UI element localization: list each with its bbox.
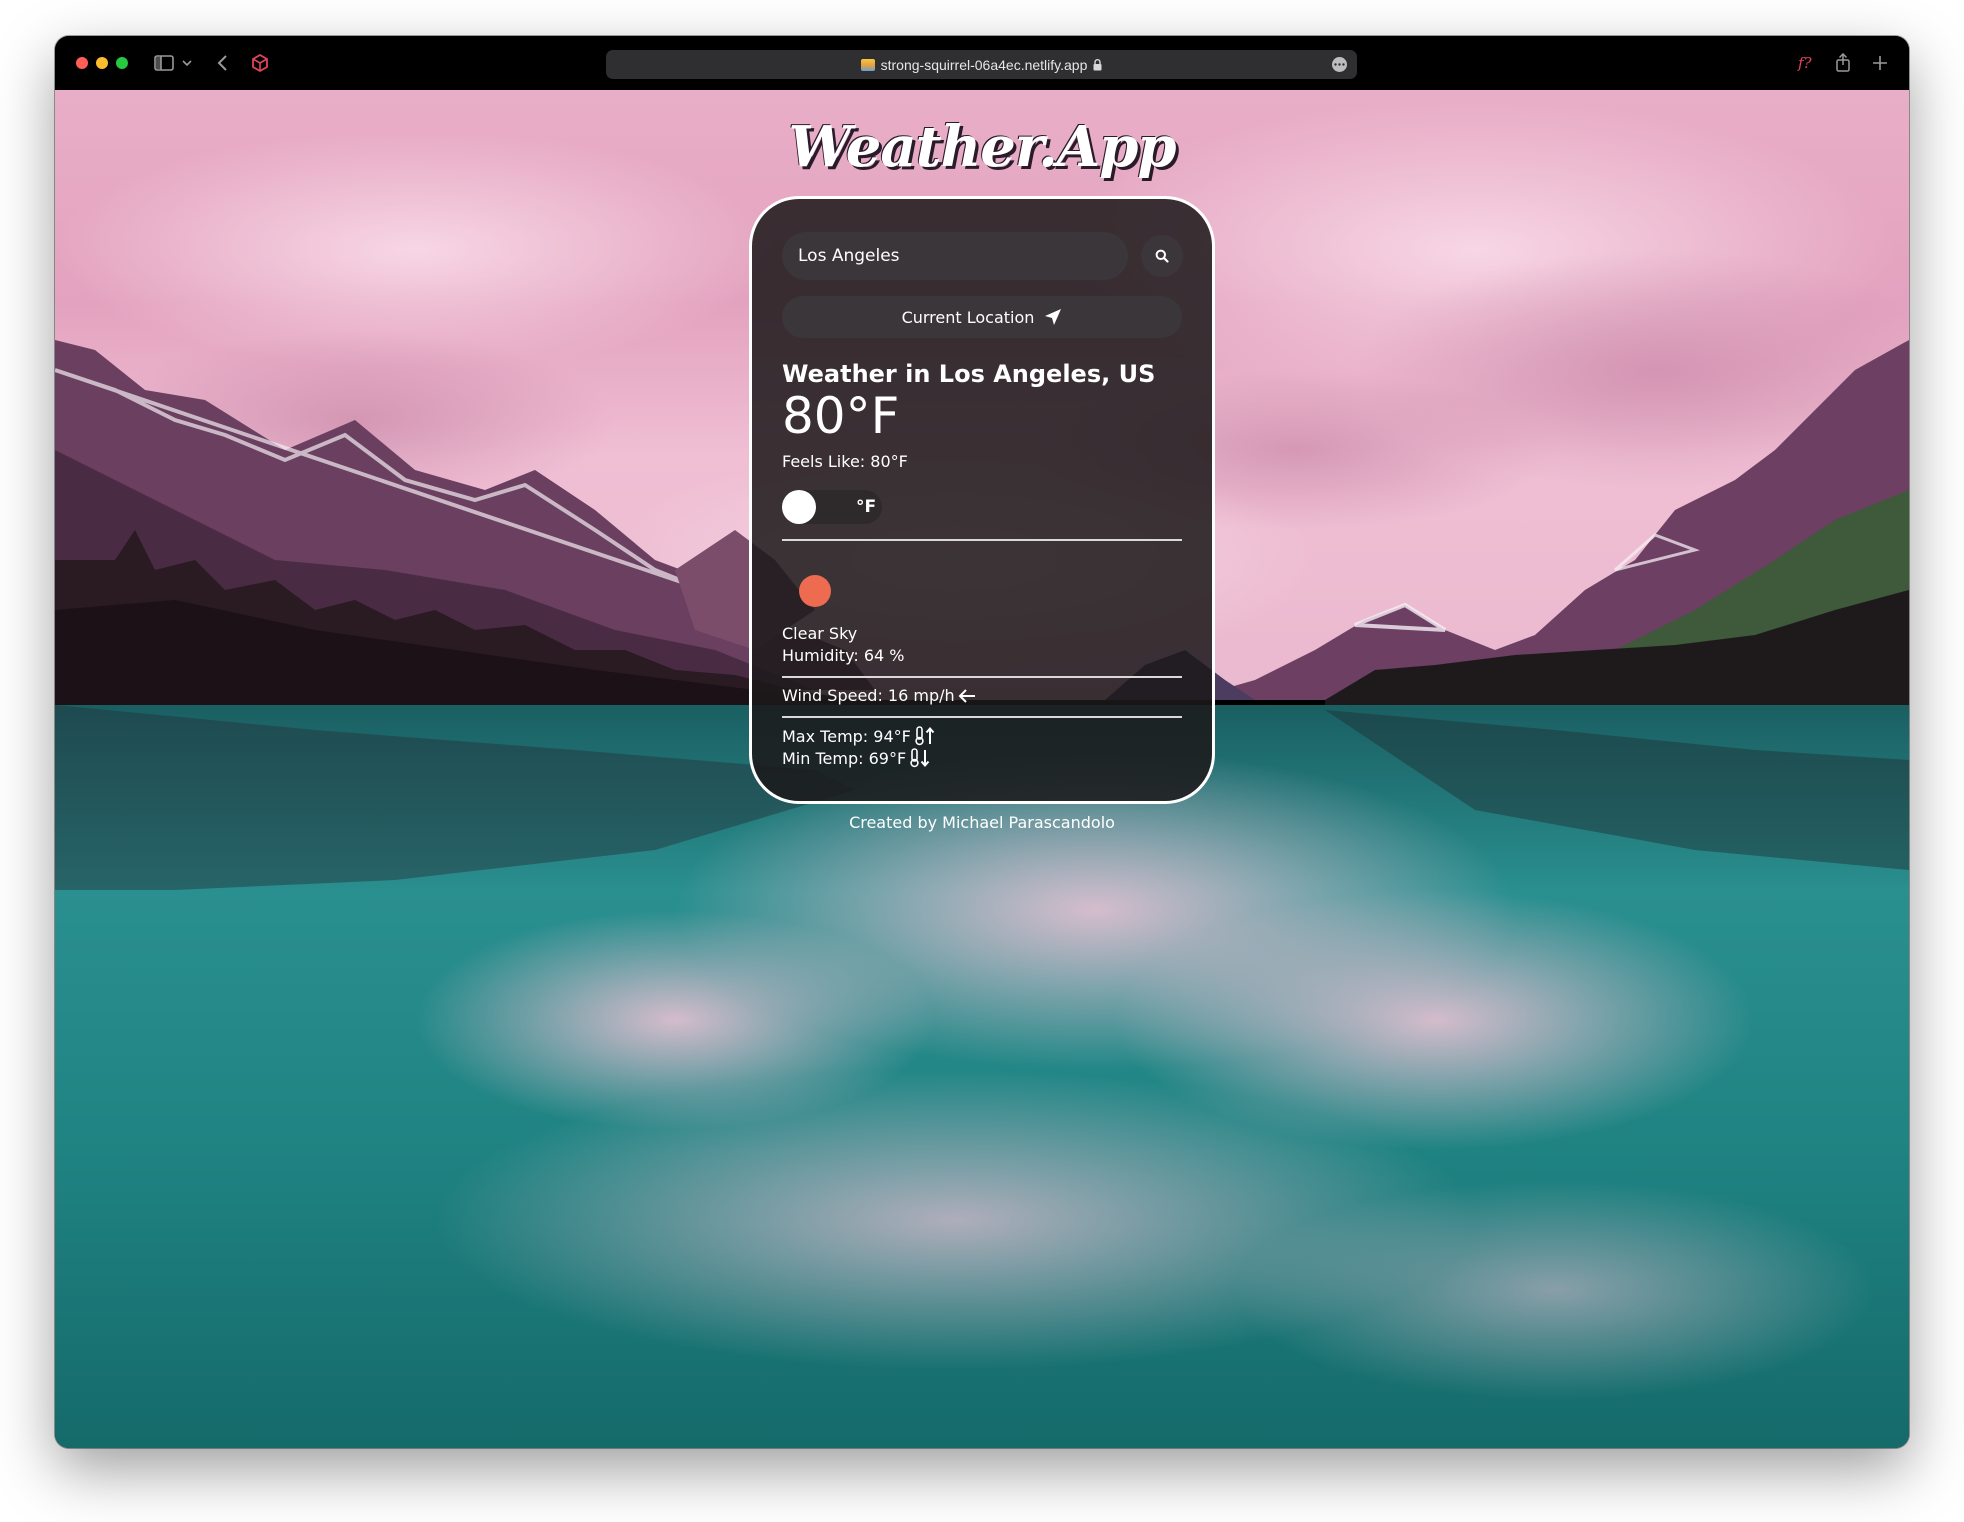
divider — [782, 676, 1182, 678]
lock-icon — [1093, 58, 1102, 71]
current-location-label: Current Location — [901, 307, 1035, 327]
app-logo: Weather.App — [788, 114, 1176, 180]
minimize-window-button[interactable] — [96, 57, 108, 69]
current-location-button[interactable]: Current Location — [782, 296, 1182, 338]
divider — [782, 716, 1182, 718]
close-window-button[interactable] — [76, 57, 88, 69]
min-temp: Min Temp: 69°F — [782, 748, 931, 768]
wind-speed: Wind Speed: 16 mp/h — [782, 686, 976, 705]
humidity-text: Humidity: 64 % — [782, 646, 905, 665]
new-tab-icon[interactable] — [1867, 50, 1893, 76]
search-field[interactable] — [782, 232, 1128, 280]
weather-heading: Weather in Los Angeles, US — [782, 360, 1156, 388]
sidebar-icon[interactable] — [151, 50, 177, 76]
unit-toggle[interactable]: °F — [782, 490, 882, 524]
description-text: Clear Sky — [782, 624, 858, 643]
thermometer-up-icon — [915, 726, 935, 746]
divider — [782, 539, 1182, 541]
location-arrow-icon — [1045, 309, 1062, 325]
extension-icon[interactable] — [247, 50, 273, 76]
formula-icon[interactable]: f? — [1794, 50, 1820, 76]
max-temp: Max Temp: 94°F — [782, 726, 936, 746]
footer-credit: Created by Michael Parascandolo — [849, 813, 1115, 832]
site-favicon-icon — [860, 58, 875, 71]
min-temp-text: Min Temp: 69°F — [782, 748, 907, 768]
weather-description: Clear Sky — [782, 624, 857, 643]
web-page: Weather.App Current Location Weather in … — [55, 90, 1909, 1448]
back-icon[interactable] — [209, 50, 235, 76]
toggle-unit-label: °F — [856, 497, 877, 517]
share-icon[interactable] — [1830, 50, 1856, 76]
feels-like: Feels Like: 80°F — [782, 452, 908, 471]
humidity: Humidity: 64 % — [782, 646, 905, 665]
browser-window: strong-squirrel-06a4ec.netlify.app f? We… — [55, 36, 1909, 1448]
max-temp-text: Max Temp: 94°F — [782, 726, 911, 746]
url-text: strong-squirrel-06a4ec.netlify.app — [880, 56, 1088, 73]
toggle-knob[interactable] — [782, 490, 816, 524]
search-icon — [1155, 249, 1169, 263]
address-bar[interactable]: strong-squirrel-06a4ec.netlify.app — [606, 50, 1357, 79]
more-icon[interactable] — [1332, 57, 1347, 72]
temperature: 80°F — [782, 387, 900, 445]
search-button[interactable] — [1141, 235, 1183, 277]
thermometer-down-icon — [910, 748, 930, 768]
wind-text: Wind Speed: 16 mp/h — [782, 686, 955, 705]
arrow-left-icon — [958, 688, 975, 703]
search-input[interactable] — [782, 232, 1128, 280]
chevron-down-icon[interactable] — [179, 50, 195, 76]
zoom-window-button[interactable] — [116, 57, 128, 69]
weather-card: Current Location Weather in Los Angeles,… — [749, 196, 1215, 804]
svg-text:f?: f? — [1797, 54, 1813, 72]
browser-toolbar: strong-squirrel-06a4ec.netlify.app f? — [55, 36, 1909, 90]
clear-sky-icon — [799, 575, 831, 607]
